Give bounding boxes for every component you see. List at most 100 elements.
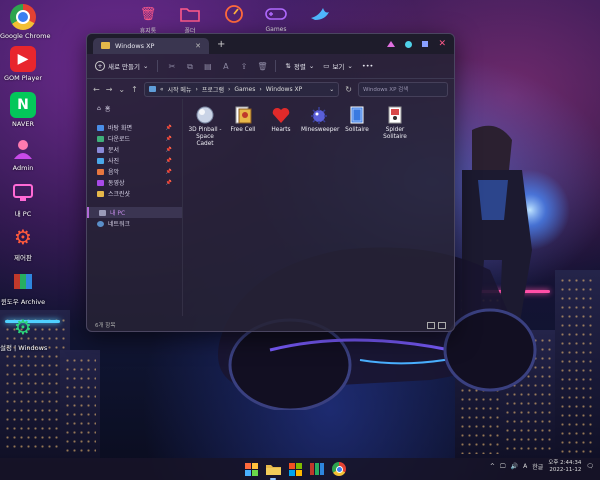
show-hidden-icons-icon[interactable]: ^ bbox=[490, 463, 495, 470]
folder-icon bbox=[101, 42, 110, 49]
sidebar-item-label: 홈 bbox=[104, 106, 111, 113]
tab-title: Windows XP bbox=[115, 41, 155, 50]
spider-solitaire-icon bbox=[385, 105, 405, 125]
desktop-icon-label: GOM Player bbox=[3, 74, 43, 82]
network-icon bbox=[97, 220, 104, 227]
sidebar-item-music[interactable]: 음악 📌 bbox=[87, 166, 182, 177]
sidebar-item-this-pc[interactable]: 내 PC bbox=[87, 207, 182, 218]
breadcrumb-item[interactable]: 프로그램 bbox=[202, 85, 224, 94]
desktop-icon-label: 내 PC bbox=[14, 210, 32, 218]
close-window-icon[interactable]: ✕ bbox=[438, 39, 446, 49]
sidebar-item-videos[interactable]: 동영상 📌 bbox=[87, 177, 182, 188]
paste-icon[interactable]: ▤ bbox=[203, 62, 212, 71]
ime-mode[interactable]: A bbox=[523, 463, 527, 470]
sidebar-item-home[interactable]: ⌂ 홈 bbox=[87, 103, 182, 114]
rename-icon[interactable]: A bbox=[221, 62, 230, 71]
language-indicator[interactable]: 한글 bbox=[532, 462, 543, 471]
view-button[interactable]: ▭ 보기 ⌄ bbox=[323, 61, 353, 71]
maximize-icon[interactable] bbox=[405, 40, 413, 48]
sidebar-item-desktop[interactable]: 바탕 화면 📌 bbox=[87, 122, 182, 133]
delete-icon[interactable]: 🗑 bbox=[257, 62, 267, 71]
desktop-icon-games[interactable]: Games bbox=[262, 3, 290, 33]
desktop-icon-gom-player[interactable]: ▶ GOM Player bbox=[0, 46, 46, 82]
sidebar-item-network[interactable]: 네트워크 bbox=[87, 218, 182, 229]
file-item-pinball[interactable]: 3D Pinball - Space Cadet bbox=[187, 105, 223, 149]
share-icon[interactable]: ⇪ bbox=[239, 62, 248, 71]
desktop-icon-recycle-bin[interactable]: 🗑 휴지통 bbox=[134, 3, 162, 36]
large-icons-view-icon[interactable] bbox=[438, 321, 446, 329]
taskbar-store[interactable] bbox=[287, 461, 303, 477]
store-icon bbox=[288, 462, 302, 476]
desktop-icon-naver[interactable]: N NAVER bbox=[0, 92, 46, 128]
clock[interactable]: 오후 2:44:34 2022-11-12 bbox=[548, 460, 581, 473]
desktop-icon-settings[interactable]: ⚙ 설정 | Windows bbox=[0, 314, 48, 352]
desktop-icon-this-pc[interactable]: 내 PC bbox=[0, 180, 46, 218]
notification-icon[interactable]: 🗨 bbox=[586, 463, 594, 470]
folder-icon bbox=[179, 3, 201, 25]
clock-time: 2:44:34 bbox=[560, 460, 582, 466]
desktop-icon-chrome[interactable]: Google Chrome bbox=[0, 4, 51, 40]
new-button[interactable]: + 새로 만들기 ⌄ bbox=[95, 61, 148, 71]
restore-icon[interactable] bbox=[422, 41, 429, 47]
desktop-icon-speed[interactable] bbox=[220, 3, 248, 26]
cut-icon[interactable]: ✂ bbox=[167, 62, 176, 71]
desktop-icon-bird[interactable] bbox=[306, 3, 334, 26]
more-options-button[interactable]: ••• bbox=[362, 62, 374, 70]
taskbar-winrar[interactable] bbox=[309, 461, 325, 477]
breadcrumb-item[interactable]: Games bbox=[234, 86, 255, 93]
breadcrumb-overflow[interactable]: « bbox=[160, 86, 164, 93]
sidebar-item-label: 동영상 bbox=[108, 180, 125, 187]
plus-icon: + bbox=[95, 61, 105, 71]
file-name: Hearts bbox=[271, 127, 291, 133]
network-icon[interactable]: 🖵 bbox=[500, 463, 506, 471]
file-item-solitaire[interactable]: Solitaire bbox=[339, 105, 375, 134]
desktop-icon-control-panel[interactable]: ⚙ 제어판 bbox=[0, 224, 46, 262]
desktop-icon-label: 설정 | Windows bbox=[0, 344, 48, 352]
search-input[interactable]: Windows XP 검색 bbox=[358, 81, 448, 97]
copy-icon[interactable]: ⧉ bbox=[185, 62, 194, 71]
new-tab-button[interactable]: + bbox=[217, 39, 225, 50]
sidebar-item-pictures[interactable]: 사진 📌 bbox=[87, 155, 182, 166]
tab-windows-xp[interactable]: Windows XP ✕ bbox=[93, 37, 209, 54]
file-name: Solitaire bbox=[345, 127, 369, 133]
file-list: 3D Pinball - Space Cadet Free Cell Heart… bbox=[183, 99, 454, 316]
close-tab-icon[interactable]: ✕ bbox=[195, 42, 201, 50]
file-item-minesweeper[interactable]: Minesweeper bbox=[301, 105, 339, 134]
chevron-down-icon[interactable]: ⌄ bbox=[329, 86, 334, 93]
system-tray: ^ 🖵 🔊 A 한글 오후 2:44:34 2022-11-12 🗨 bbox=[490, 460, 594, 473]
sidebar-item-label: 다운로드 bbox=[108, 136, 131, 143]
file-item-freecell[interactable]: Free Cell bbox=[225, 105, 261, 134]
clock-date: 2022-11-12 bbox=[549, 466, 582, 473]
sidebar-item-documents[interactable]: 문서 📌 bbox=[87, 144, 182, 155]
file-name: Spider Solitaire bbox=[383, 127, 407, 141]
refresh-icon[interactable]: ↻ bbox=[345, 85, 352, 94]
desktop-icon-admin[interactable]: Admin bbox=[0, 136, 46, 172]
breadcrumb-item[interactable]: 시작 메뉴 bbox=[167, 85, 191, 94]
toolbar-divider bbox=[157, 60, 159, 72]
title-bar: Windows XP ✕ + ✕ bbox=[87, 34, 454, 54]
file-item-hearts[interactable]: Hearts bbox=[263, 105, 299, 134]
gom-player-icon: ▶ bbox=[10, 46, 36, 72]
taskbar-file-explorer[interactable] bbox=[265, 461, 281, 480]
desktop-icon-label: Google Chrome bbox=[0, 32, 51, 40]
taskbar-chrome[interactable] bbox=[331, 461, 347, 477]
sidebar-item-downloads[interactable]: 다운로드 📌 bbox=[87, 133, 182, 144]
breadcrumb-item[interactable]: Windows XP bbox=[266, 86, 302, 93]
start-button[interactable] bbox=[243, 461, 259, 477]
pin-icon: 📌 bbox=[165, 146, 172, 153]
volume-icon[interactable]: 🔊 bbox=[511, 463, 518, 470]
forward-icon[interactable]: → bbox=[106, 85, 113, 94]
desktop-icon-archive[interactable]: 윈도우 Archive bbox=[0, 268, 46, 306]
back-icon[interactable]: ← bbox=[93, 85, 100, 94]
minimize-icon[interactable] bbox=[387, 41, 396, 47]
details-view-icon[interactable] bbox=[427, 321, 435, 329]
file-item-spider-solitaire[interactable]: Spider Solitaire bbox=[377, 105, 413, 141]
desktop-icon bbox=[97, 124, 104, 131]
sidebar-item-screenshots[interactable]: 스크린샷 bbox=[87, 188, 182, 199]
address-bar[interactable]: « 시작 메뉴 › 프로그램 › Games › Windows XP ⌄ bbox=[143, 81, 340, 97]
sort-button[interactable]: ⇅ 정렬 ⌄ bbox=[285, 61, 314, 71]
status-bar: 6개 항목 bbox=[87, 319, 454, 331]
desktop-icon-folder[interactable]: 폴더 bbox=[176, 3, 204, 35]
up-icon[interactable]: ↑ bbox=[131, 85, 138, 94]
recent-locations-icon[interactable]: ⌄ bbox=[118, 85, 125, 94]
